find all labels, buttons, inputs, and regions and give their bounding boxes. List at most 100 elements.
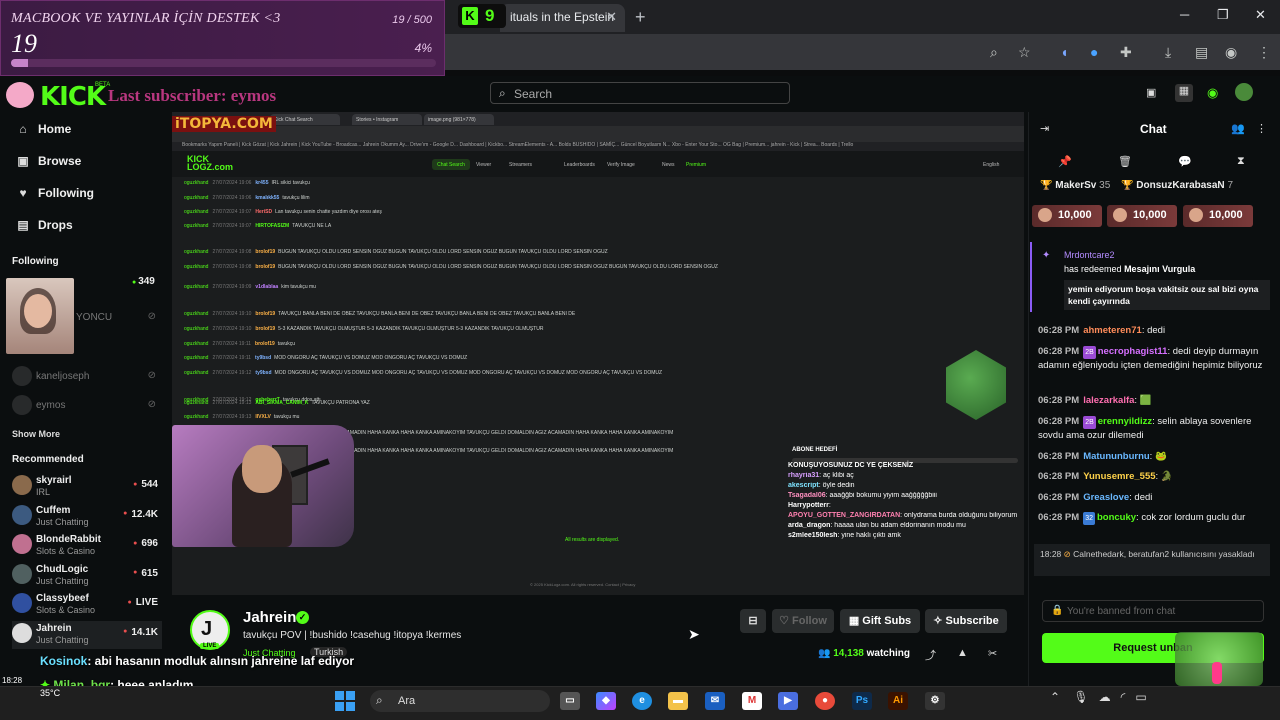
streamer-name[interactable]: Jahrein (243, 609, 296, 626)
window-close-icon[interactable]: ✕ (1255, 7, 1266, 23)
photoshop-icon[interactable]: Ps (852, 692, 872, 710)
gift-card[interactable]: 10,000 (1183, 205, 1253, 227)
app-icon[interactable]: ▶ (778, 692, 798, 710)
layout-icon[interactable]: ▦ (1175, 84, 1193, 102)
channel-category: Just Chatting (36, 634, 89, 645)
theater-mode-icon[interactable]: ▣ (1146, 86, 1156, 99)
battery-icon[interactable]: ▭ (1135, 690, 1146, 704)
redeem-user[interactable]: Mrdontcare2 (1064, 250, 1115, 260)
chat-username[interactable]: Yunusemre_555 (1083, 471, 1155, 482)
log-message: kim tavukçu mu (281, 284, 316, 290)
kicklogs-all-results: All results are displayed. (565, 537, 620, 543)
chevron-up-icon[interactable]: ⌃ (1050, 690, 1060, 704)
log-time: 27/07/2024 19:12 (212, 370, 252, 376)
audio-icon[interactable]: ◖ (1060, 44, 1068, 60)
kick-extension-badge[interactable]: K 9 (458, 4, 506, 28)
new-tab-icon[interactable]: + (635, 7, 646, 28)
search-icon: ⌕ (376, 693, 383, 707)
clip-button[interactable]: ⊟ (740, 609, 766, 633)
sidebar-channel-blonderabbit[interactable]: BlondeRabbitSlots & Casino 696 (12, 532, 162, 560)
follow-button[interactable]: ♡ Follow (772, 609, 834, 633)
browser-menu-icon[interactable]: ⋮ (1257, 44, 1271, 61)
nav-following[interactable]: ♥ Following (16, 186, 94, 200)
sidebar-channel-kaneljoseph[interactable]: kaneljoseph ⊘ (12, 364, 162, 392)
browser-tab[interactable]: ituals in the Epstein ✕ (500, 4, 625, 32)
nav-home[interactable]: ⌂ Home (16, 122, 71, 136)
bookmark-star-icon[interactable]: ☆ (1018, 44, 1031, 61)
chat-message: 06:28 PM 2B necrophagist11: dedi deyip dur… (1038, 345, 1270, 372)
chat-username[interactable]: Matununburnu (1083, 451, 1149, 462)
windows-start-icon[interactable] (335, 691, 355, 711)
report-icon[interactable]: ▲ (957, 647, 968, 659)
chat-username[interactable]: erennyildizz (1098, 416, 1152, 427)
show-more-link[interactable]: Show More (12, 429, 60, 439)
sidebar-channel-yoncu[interactable]: YONCU ⊘ (76, 305, 162, 333)
chat-message-text: : 🟩 (1134, 395, 1152, 406)
sidebar-channel-cuffem[interactable]: CuffemJust Chatting 12.4K (12, 503, 162, 531)
extensions-puzzle-icon[interactable]: ✚ (1120, 44, 1132, 61)
nav-drops[interactable]: ▤ Drops (16, 218, 72, 232)
extension-shield-icon[interactable]: ● (1090, 44, 1098, 60)
chat-timestamp: 06:28 PM (1038, 512, 1080, 523)
chat-settings-icon[interactable]: ⋮ (1256, 122, 1267, 135)
reading-list-icon[interactable]: ▤ (1195, 44, 1208, 61)
gift-card[interactable]: 10,000 (1032, 205, 1102, 227)
kicklogs-nav-item: Premium (686, 162, 707, 168)
overlay-chat-lines: rhayria31: aç klibi aç akescript: öyle de… (788, 472, 1020, 539)
pin-icon[interactable]: 📌 (1058, 155, 1072, 168)
edge-icon[interactable]: e (632, 692, 652, 710)
file-explorer-icon[interactable]: ▬ (668, 692, 688, 710)
channel-name: skyrairl (36, 475, 72, 486)
download-icon[interactable]: ⤓ (1165, 44, 1171, 61)
sidebar-channel-skyrairl[interactable]: skyrairlIRL 544 (12, 473, 162, 501)
copilot-icon[interactable]: ◆ (596, 692, 616, 710)
mute-icon[interactable]: ✂ (988, 647, 997, 660)
mic-icon[interactable]: 🎙 (1073, 690, 1088, 704)
log-channel: oguzkhand (184, 180, 209, 186)
chat-timestamp: 06:28 PM (1038, 325, 1080, 336)
chrome-icon[interactable]: ● (815, 692, 835, 710)
log-user: kr455 (255, 180, 269, 186)
wifi-icon[interactable]: ◜ (1121, 690, 1126, 704)
minimize-icon[interactable]: ─ (1180, 7, 1189, 22)
gmail-icon[interactable]: M (742, 692, 762, 710)
outlook-icon[interactable]: ✉ (705, 692, 725, 710)
sidebar-channel-chudlogic[interactable]: ChudLogicJust Chatting 615 (12, 562, 162, 590)
chat-username[interactable]: lalezarkalfa (1083, 395, 1134, 406)
trash-icon[interactable]: 🗑 (1118, 155, 1132, 168)
illustrator-icon[interactable]: Ai (888, 692, 908, 710)
sidebar-channel-eymos[interactable]: eymos ⊘ (12, 393, 162, 421)
message-icon[interactable]: 💬 (1178, 155, 1192, 168)
trophy-icon: 🏆 (1040, 180, 1056, 191)
collapse-chat-icon[interactable]: ⇥ (1040, 122, 1049, 135)
share-icon[interactable]: ⤴ (925, 647, 936, 663)
maximize-icon[interactable]: ❐ (1217, 7, 1229, 23)
hourglass-icon[interactable]: ⧗ (1237, 155, 1245, 168)
kick-extension-icon[interactable]: ◉ (1207, 85, 1218, 101)
chat-message-text: : dedi (1141, 325, 1166, 336)
profile-avatar[interactable]: ◉ (1225, 44, 1237, 61)
search-icon: ⌕ (499, 86, 506, 100)
task-view-icon[interactable]: ▭ (560, 692, 580, 710)
weather-temp: 35°C (40, 688, 61, 698)
taskbar-search[interactable]: ⌕ Ara (370, 690, 550, 712)
user-avatar[interactable] (1235, 83, 1253, 101)
chat-username[interactable]: ahmeteren71 (1083, 325, 1142, 336)
sidebar-channel-classybeef[interactable]: ClassybeefSlots & Casino LIVE (12, 591, 162, 619)
subscribe-button[interactable]: ✧ Subscribe (925, 609, 1007, 633)
sidebar-channel-jahrein[interactable]: JahreinJust Chatting 14.1K (12, 620, 162, 649)
settings-gear-icon[interactable]: ⚙ (925, 692, 945, 710)
webcam-person-face (24, 294, 52, 328)
cloud-icon[interactable]: ☁ (1099, 690, 1111, 704)
search-input[interactable]: ⌕ Search (490, 82, 790, 104)
chat-username[interactable]: boncuky (1097, 512, 1136, 523)
chat-username[interactable]: necrophagist11 (1098, 346, 1168, 357)
gift-subs-button[interactable]: ▦ Gift Subs (840, 609, 920, 633)
zoom-icon[interactable]: ⌕ (990, 44, 998, 61)
nav-browse[interactable]: ▣ Browse (16, 154, 81, 168)
log-channel: oguzkhand (184, 195, 209, 201)
user-list-icon[interactable]: 👥 (1231, 122, 1245, 135)
chat-username[interactable]: Greaslove (1083, 492, 1129, 503)
close-icon[interactable]: ✕ (606, 9, 617, 25)
gift-card[interactable]: 10,000 (1107, 205, 1177, 227)
